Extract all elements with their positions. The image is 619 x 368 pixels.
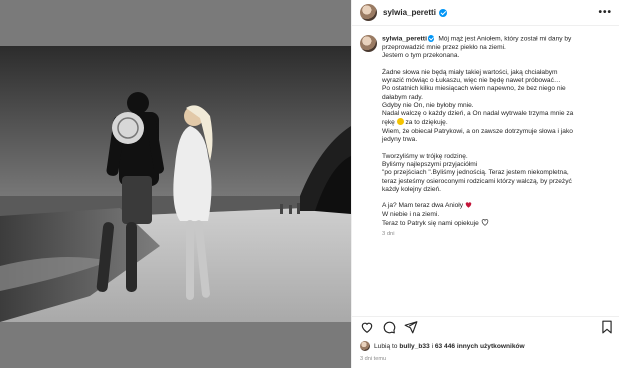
red-heart-emoji-icon bbox=[465, 202, 472, 209]
caption-line: jedyny trwa. bbox=[382, 136, 418, 144]
caption-author-avatar[interactable] bbox=[360, 35, 377, 52]
save-bookmark-icon[interactable] bbox=[600, 320, 614, 334]
caption-line: W niebie i na ziemi. bbox=[382, 210, 440, 218]
more-options-icon[interactable]: ••• bbox=[598, 7, 612, 18]
caption-line: przeprowadzić mnie przez piekło na ziemi… bbox=[382, 43, 506, 51]
caption-line: Nadal walczę o każdy dzień, a On nadal w… bbox=[382, 110, 574, 118]
post-header: sylwia_peretti ••• bbox=[352, 0, 619, 26]
liker-username[interactable]: bully_b33 bbox=[399, 343, 429, 350]
caption-line: Po ostatnich kilku miesiącach wiem napew… bbox=[382, 85, 566, 93]
liker-avatar bbox=[360, 341, 370, 351]
caption-line: teraz jesteśmy osieroconymi rodzicami kt… bbox=[382, 177, 572, 185]
like-heart-icon[interactable] bbox=[360, 320, 374, 334]
caption-line: Teraz to Patryk się nami opiekuje bbox=[382, 219, 612, 228]
caption-author-username[interactable]: sylwia_peretti bbox=[382, 36, 427, 43]
caption-line: Byliśmy najlepszymi przyjaciółmi bbox=[382, 160, 478, 168]
share-icon[interactable] bbox=[404, 320, 418, 334]
action-bar bbox=[352, 316, 619, 336]
caption-line: "po przejściach ".Byliśmy jednością. Ter… bbox=[382, 169, 569, 177]
caption-line: A ja? Mam teraz dwa Anioły bbox=[382, 202, 612, 210]
likes-summary[interactable]: Lubią to bully_b33 i 63 446 innych użytk… bbox=[360, 341, 525, 351]
caption-line: wyrazić mówiąc o Łukaszu, więc nie będę … bbox=[382, 76, 561, 84]
post-date: 3 dni temu bbox=[360, 356, 387, 362]
post-caption: sylwia_peretti Mój mąż jest Aniołem, któ… bbox=[360, 35, 612, 237]
verified-badge-icon bbox=[438, 8, 447, 17]
caption-line: rękę za to dziękuję. bbox=[382, 118, 448, 127]
caption-line: Tworzyliśmy w trójkę rodzinę. bbox=[382, 152, 468, 160]
caption-line: Mój mąż jest Aniołem, który został mi da… bbox=[438, 35, 572, 43]
comment-icon[interactable] bbox=[382, 320, 396, 334]
white-heart-emoji-icon bbox=[481, 219, 488, 226]
caption-line-suffix: za to dziękuję. bbox=[403, 119, 448, 127]
caption-line: Jestem o tym przekonana. bbox=[382, 52, 460, 60]
caption-line: Gdyby nie On, nie byłoby mnie. bbox=[382, 101, 474, 109]
post-photo-image bbox=[0, 46, 351, 322]
likes-count[interactable]: 63 446 innych użytkowników bbox=[435, 343, 525, 350]
caption-line: dałabym rady. bbox=[382, 93, 423, 101]
post-sidebar: sylwia_peretti ••• sylwia_peretti Mój mą… bbox=[351, 0, 619, 368]
caption-verified-badge-icon bbox=[427, 35, 435, 42]
author-avatar[interactable] bbox=[360, 4, 377, 21]
author-username[interactable]: sylwia_peretti bbox=[383, 8, 436, 17]
caption-line: Żadne słowa nie będą miały takiej wartoś… bbox=[382, 68, 558, 76]
caption-line: każdy kolejny dzień. bbox=[382, 185, 442, 193]
post-modal: sylwia_peretti ••• sylwia_peretti Mój mą… bbox=[0, 0, 619, 368]
emoji-icon bbox=[396, 118, 404, 126]
caption-line: Wiem, że obiecał Patrykowi, a on zawsze … bbox=[382, 127, 573, 135]
post-photo[interactable] bbox=[0, 46, 351, 322]
caption-age: 3 dni bbox=[382, 231, 395, 238]
